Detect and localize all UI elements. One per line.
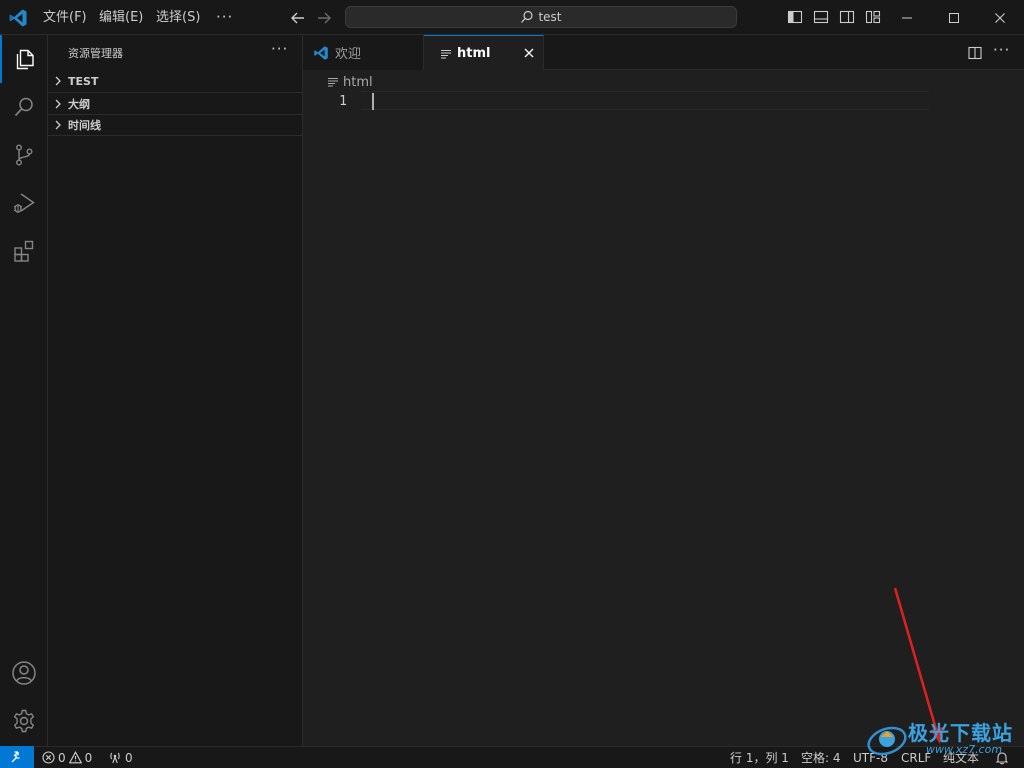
vscode-logo-icon	[9, 9, 27, 27]
status-bar: 0 0 0 行 1，列 1 空格: 4 UTF-8 CRLF 纯文本	[0, 746, 1024, 768]
section-timeline[interactable]: 时间线	[48, 114, 302, 136]
maximize-icon	[949, 12, 959, 23]
text-file-icon	[328, 77, 338, 87]
chevron-right-icon	[55, 76, 61, 86]
extensions-icon	[14, 240, 34, 262]
activity-manage[interactable]	[0, 697, 48, 745]
activity-extensions[interactable]	[0, 227, 48, 275]
section-outline[interactable]: 大纲	[48, 92, 302, 114]
tab-html[interactable]: html	[424, 35, 544, 71]
status-language-mode[interactable]: 纯文本	[943, 747, 979, 768]
tab-label: 欢迎	[335, 47, 362, 62]
run-debug-icon	[14, 193, 35, 213]
current-line-highlight	[361, 91, 929, 110]
layout-panel-icon[interactable]	[813, 9, 829, 25]
radio-tower-icon	[110, 752, 120, 764]
chevron-right-icon	[55, 99, 61, 108]
explorer-sidebar: 资源管理器 ··· TEST 大纲 时间线	[48, 35, 303, 746]
activity-accounts[interactable]	[0, 649, 48, 697]
arrow-left-icon[interactable]	[288, 8, 308, 28]
sidebar-title: 资源管理器	[68, 47, 123, 60]
menu-more-button[interactable]: ···	[215, 7, 234, 27]
files-icon	[16, 49, 34, 70]
maximize-button[interactable]	[931, 0, 977, 35]
editor-tabs: 欢迎 html ···	[303, 35, 1024, 71]
breadcrumb[interactable]: html	[327, 73, 373, 91]
status-problems[interactable]: 0 0	[42, 747, 92, 768]
menu-file[interactable]: 文件(F)	[42, 8, 88, 28]
error-count: 0	[58, 750, 66, 765]
remote-indicator-button[interactable]	[0, 746, 34, 768]
menu-selection[interactable]: 选择(S)	[155, 8, 201, 28]
section-label: 时间线	[68, 119, 101, 132]
split-editor-icon[interactable]	[967, 45, 983, 61]
gear-icon	[13, 709, 35, 733]
status-ports[interactable]: 0	[108, 747, 133, 768]
activity-run-debug[interactable]	[0, 179, 48, 227]
vscode-logo-icon	[314, 45, 328, 60]
text-file-icon	[441, 49, 451, 59]
command-center-label: test	[538, 10, 562, 24]
activity-bar	[0, 35, 48, 746]
minimize-icon	[902, 17, 912, 18]
error-icon	[42, 751, 55, 764]
status-encoding[interactable]: UTF-8	[853, 747, 888, 768]
tab-label: html	[457, 46, 491, 61]
warning-count: 0	[84, 750, 93, 765]
bell-icon	[995, 751, 1009, 764]
search-icon	[14, 97, 33, 117]
account-icon	[12, 661, 36, 685]
status-cursor-position[interactable]: 行 1，列 1	[730, 747, 789, 768]
tab-welcome[interactable]: 欢迎	[303, 35, 424, 70]
search-icon	[521, 10, 534, 23]
command-center-search[interactable]: test	[345, 6, 737, 28]
section-test-folder[interactable]: TEST	[48, 70, 302, 92]
layout-sidebar-icon[interactable]	[787, 9, 803, 25]
remote-icon	[11, 751, 20, 763]
notifications-button[interactable]	[995, 747, 1009, 768]
breadcrumb-item: html	[343, 74, 373, 90]
arrow-right-icon[interactable]	[314, 8, 334, 28]
activity-search[interactable]	[0, 83, 48, 131]
close-icon	[995, 12, 1005, 23]
sidebar-more-button[interactable]: ···	[271, 40, 288, 58]
title-bar: 文件(F) 编辑(E) 选择(S) ··· test	[0, 0, 1024, 35]
minimize-button[interactable]	[884, 0, 930, 35]
activity-source-control[interactable]	[0, 131, 48, 179]
customize-layout-icon[interactable]	[865, 9, 881, 25]
layout-secondary-sidebar-icon[interactable]	[839, 9, 855, 25]
close-icon[interactable]	[522, 46, 536, 60]
editor-group: 欢迎 html ··· html 1	[303, 35, 1024, 746]
section-label: TEST	[68, 74, 99, 88]
editor-more-button[interactable]: ···	[993, 41, 1010, 59]
activity-explorer[interactable]	[0, 35, 48, 83]
menu-edit[interactable]: 编辑(E)	[98, 8, 144, 28]
source-control-icon	[15, 144, 33, 166]
section-label: 大纲	[68, 97, 90, 111]
line-number: 1	[339, 94, 347, 109]
chevron-right-icon	[55, 120, 61, 130]
close-window-button[interactable]	[977, 0, 1023, 35]
text-cursor[interactable]	[372, 93, 374, 110]
ports-count: 0	[125, 750, 133, 765]
warning-icon	[68, 751, 82, 764]
status-end-of-line[interactable]: CRLF	[901, 747, 931, 768]
status-indentation[interactable]: 空格: 4	[801, 747, 841, 768]
